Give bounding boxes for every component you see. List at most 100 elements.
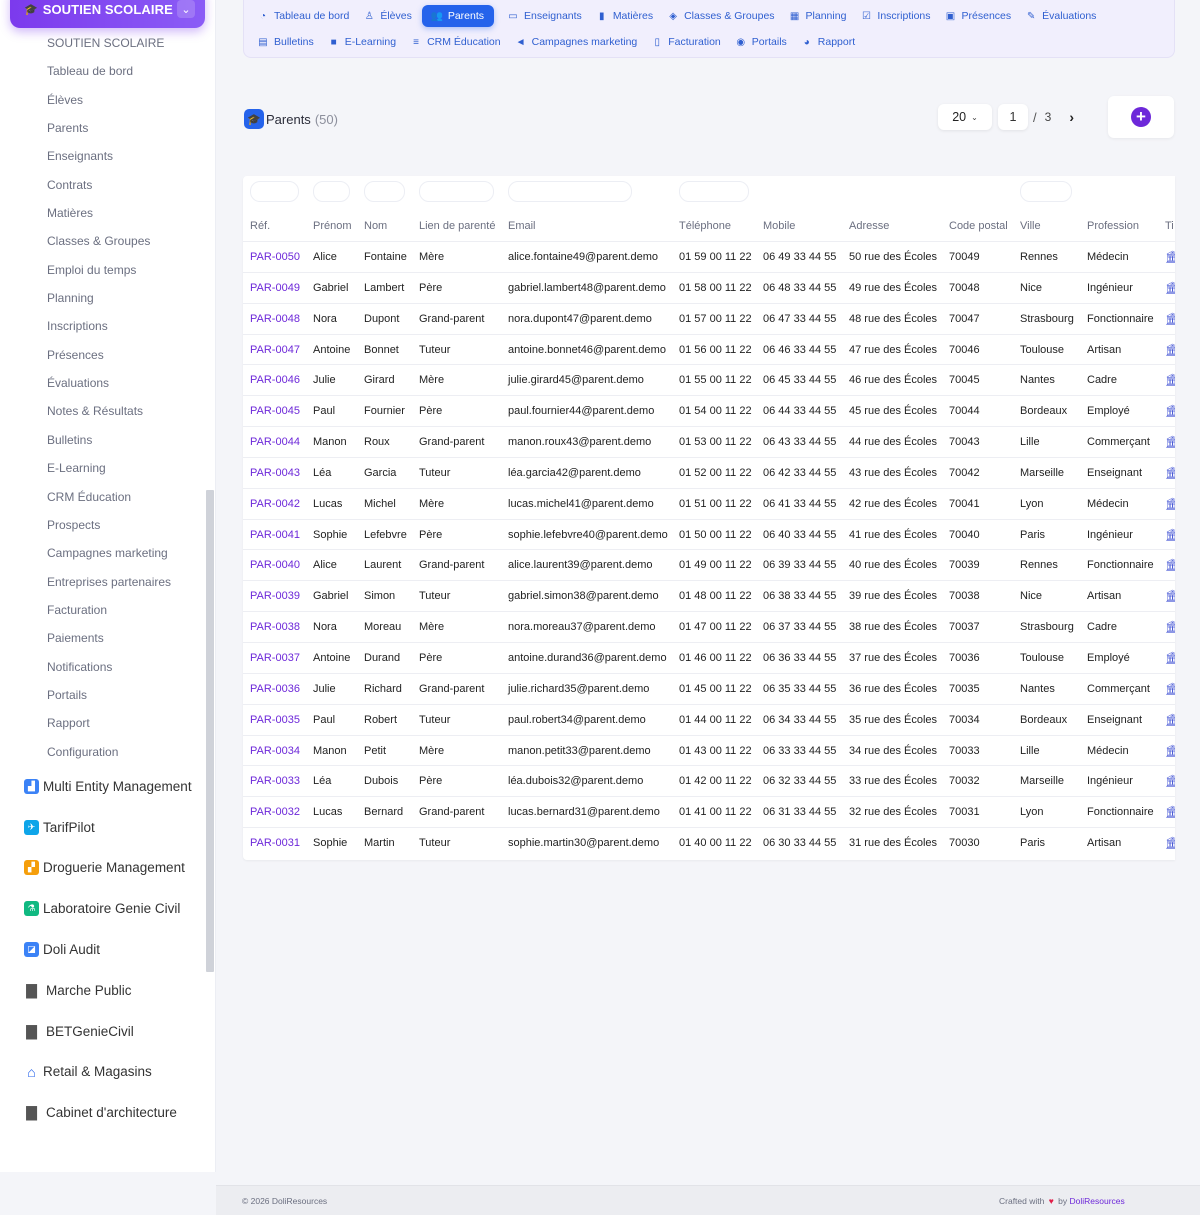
ref-link[interactable]: PAR-0048: [250, 304, 300, 334]
table-row[interactable]: PAR-0046 Julie Girard Mère julie.girard45@pa…: [243, 364, 1175, 395]
column-filter-input[interactable]: [679, 181, 749, 202]
column-header[interactable]: Lien de parenté: [419, 214, 495, 238]
tab-classes-groupes[interactable]: ◈ Classes & Groupes: [664, 5, 785, 27]
ref-link[interactable]: PAR-0042: [250, 489, 300, 519]
bank-icon[interactable]: 🏛: [1165, 612, 1175, 642]
table-row[interactable]: PAR-0041 Sophie Lefebvre Père sophie.lefebvr…: [243, 518, 1175, 550]
tab-campagnes-marketing[interactable]: ◄ Campagnes marketing: [512, 31, 649, 53]
table-row[interactable]: PAR-0034 Manon Petit Mère manon.petit33@pare…: [243, 734, 1175, 766]
tab-pr-sences[interactable]: ▣ Présences: [942, 5, 1023, 27]
table-row[interactable]: PAR-0045 Paul Fournier Père paul.fournier44@…: [243, 395, 1175, 426]
add-parent-button[interactable]: +: [1131, 107, 1151, 127]
bank-icon[interactable]: 🏛: [1165, 335, 1175, 365]
column-header[interactable]: Mobile: [763, 214, 795, 238]
table-row[interactable]: PAR-0043 Léa Garcia Tuteur léa.garcia42@pare…: [243, 456, 1175, 488]
table-row[interactable]: PAR-0036 Julie Richard Grand-parent julie.ri…: [243, 672, 1175, 704]
ref-link[interactable]: PAR-0049: [250, 273, 300, 303]
sidebar-submenu-item[interactable]: Contrats: [47, 171, 171, 199]
sidebar-submenu-item[interactable]: Emploi du temps: [47, 256, 171, 284]
column-filter-input[interactable]: [508, 181, 632, 202]
bank-icon[interactable]: 🏛: [1165, 458, 1175, 488]
table-row[interactable]: PAR-0037 Antoine Durand Père antoine.durand3…: [243, 641, 1175, 673]
table-row[interactable]: PAR-0032 Lucas Bernard Grand-parent lucas.be…: [243, 796, 1175, 827]
table-row[interactable]: PAR-0049 Gabriel Lambert Père gabriel.lamber…: [243, 271, 1175, 303]
bank-icon[interactable]: 🏛: [1165, 736, 1175, 766]
column-header[interactable]: Profession: [1087, 214, 1139, 238]
tab--valuations[interactable]: ✎ Évaluations: [1022, 5, 1107, 27]
ref-link[interactable]: PAR-0039: [250, 581, 300, 611]
bank-icon[interactable]: 🏛: [1165, 427, 1175, 457]
sidebar-submenu-item[interactable]: Notes & Résultats: [47, 397, 171, 425]
table-row[interactable]: PAR-0039 Gabriel Simon Tuteur gabriel.simon3…: [243, 580, 1175, 611]
table-row[interactable]: PAR-0035 Paul Robert Tuteur paul.robert34@pa…: [243, 703, 1175, 735]
column-filter-input[interactable]: [250, 181, 299, 202]
table-row[interactable]: PAR-0031 Sophie Martin Tuteur sophie.martin3…: [243, 827, 1175, 858]
tab-parents[interactable]: 👥 Parents: [421, 5, 495, 27]
table-row[interactable]: PAR-0050 Alice Fontaine Mère alice.fontaine4…: [243, 241, 1175, 272]
sidebar-submenu-item[interactable]: Configuration: [47, 738, 171, 766]
sidebar-submenu-item[interactable]: Évaluations: [47, 369, 171, 397]
bank-icon[interactable]: 🏛: [1165, 396, 1175, 426]
column-header[interactable]: Ville: [1020, 214, 1041, 238]
sidebar-module-item[interactable]: ⌂ Retail & Magasins: [24, 1052, 192, 1093]
bank-icon[interactable]: 🏛: [1165, 365, 1175, 395]
table-row[interactable]: PAR-0040 Alice Laurent Grand-parent alice.la…: [243, 549, 1175, 580]
bank-icon[interactable]: 🏛: [1165, 273, 1175, 303]
sidebar-submenu-item[interactable]: Classes & Groupes: [47, 227, 171, 255]
ref-link[interactable]: PAR-0034: [250, 736, 300, 766]
tab--l-ves[interactable]: ♙ Élèves: [360, 5, 423, 27]
column-header[interactable]: Réf.: [250, 214, 270, 238]
sidebar-module-item[interactable]: ▞ Droguerie Management: [24, 848, 192, 889]
ref-link[interactable]: PAR-0031: [250, 828, 300, 858]
ref-link[interactable]: PAR-0043: [250, 458, 300, 488]
ref-link[interactable]: PAR-0032: [250, 797, 300, 827]
tab-rapport[interactable]: ◕ Rapport: [798, 31, 866, 53]
tab-planning[interactable]: ▦ Planning: [786, 5, 858, 27]
tab-portails[interactable]: ◉ Portails: [732, 31, 798, 53]
column-header[interactable]: Téléphone: [679, 214, 731, 238]
tab-facturation[interactable]: ▯ Facturation: [648, 31, 732, 53]
column-header[interactable]: Nom: [364, 214, 387, 238]
bank-icon[interactable]: 🏛: [1165, 766, 1175, 796]
ref-link[interactable]: PAR-0045: [250, 396, 300, 426]
bank-icon[interactable]: 🏛: [1165, 643, 1175, 673]
sidebar-submenu-item[interactable]: Notifications: [47, 653, 171, 681]
sidebar-module-item[interactable]: ◪ Doli Audit: [24, 929, 192, 970]
chevron-right-icon[interactable]: ›: [1069, 109, 1074, 125]
tab-bulletins[interactable]: ▤ Bulletins: [254, 31, 325, 53]
ref-link[interactable]: PAR-0038: [250, 612, 300, 642]
bank-icon[interactable]: 🏛: [1165, 304, 1175, 334]
sidebar-submenu-item[interactable]: Matières: [47, 199, 171, 227]
table-row[interactable]: PAR-0038 Nora Moreau Mère nora.moreau37@pare…: [243, 611, 1175, 642]
ref-link[interactable]: PAR-0044: [250, 427, 300, 457]
sidebar-submenu-item[interactable]: Paiements: [47, 624, 171, 652]
sidebar-submenu-item[interactable]: Entreprises partenaires: [47, 568, 171, 596]
bank-icon[interactable]: 🏛: [1165, 489, 1175, 519]
sidebar-submenu-item[interactable]: SOUTIEN SCOLAIRE: [47, 29, 171, 57]
ref-link[interactable]: PAR-0033: [250, 766, 300, 796]
column-header[interactable]: Email: [508, 214, 536, 238]
sidebar-submenu-item[interactable]: Parents: [47, 114, 171, 142]
sidebar-module-item[interactable]: ✈ TarifPilot: [24, 807, 192, 848]
chevron-down-icon[interactable]: ⌄: [177, 0, 195, 18]
ref-link[interactable]: PAR-0046: [250, 365, 300, 395]
ref-link[interactable]: PAR-0050: [250, 242, 300, 272]
bank-icon[interactable]: 🏛: [1165, 520, 1175, 550]
column-filter-input[interactable]: [419, 181, 494, 202]
ref-link[interactable]: PAR-0035: [250, 705, 300, 735]
sidebar-submenu-item[interactable]: Bulletins: [47, 426, 171, 454]
bank-icon[interactable]: 🏛: [1165, 828, 1175, 858]
sidebar-submenu-item[interactable]: Planning: [47, 284, 171, 312]
bank-icon[interactable]: 🏛: [1165, 797, 1175, 827]
page-number-input[interactable]: 1: [998, 104, 1028, 130]
sidebar-submenu-item[interactable]: Prospects: [47, 511, 171, 539]
ref-link[interactable]: PAR-0047: [250, 335, 300, 365]
sidebar-submenu-item[interactable]: Portails: [47, 681, 171, 709]
sidebar-submenu-item[interactable]: Tableau de bord: [47, 57, 171, 85]
table-row[interactable]: PAR-0042 Lucas Michel Mère lucas.michel41@pa…: [243, 487, 1175, 519]
sidebar-submenu-item[interactable]: CRM Éducation: [47, 483, 171, 511]
ref-link[interactable]: PAR-0036: [250, 674, 300, 704]
table-row[interactable]: PAR-0033 Léa Dubois Père léa.dubois32@parent…: [243, 765, 1175, 796]
sidebar-module-item[interactable]: ▇ Cabinet d'architecture: [24, 1092, 192, 1133]
bank-icon[interactable]: 🏛: [1165, 242, 1175, 272]
